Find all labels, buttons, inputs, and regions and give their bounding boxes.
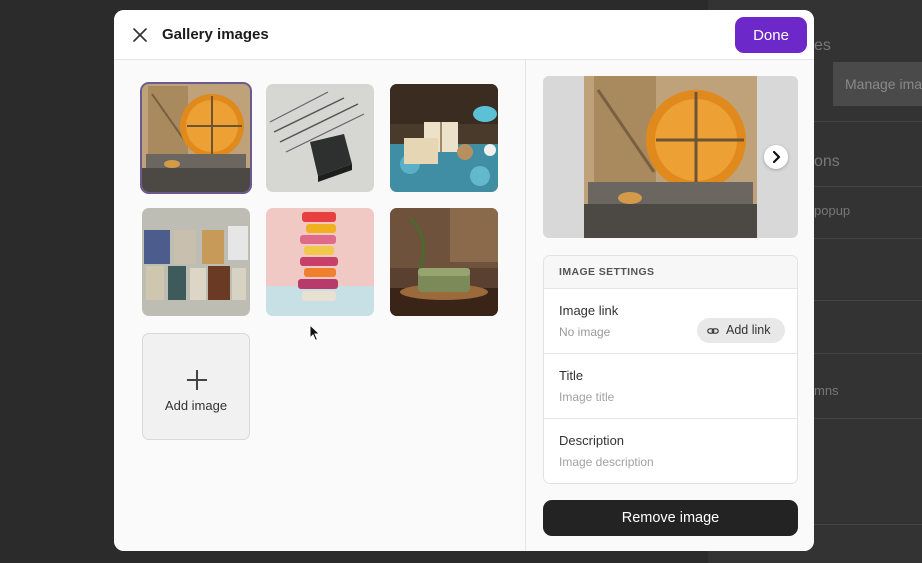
title-field: Title bbox=[544, 354, 797, 419]
close-button[interactable] bbox=[130, 25, 150, 45]
gallery-thumbnail-5[interactable] bbox=[266, 208, 374, 316]
plus-icon bbox=[187, 370, 207, 390]
soap-bottles-image bbox=[142, 208, 250, 316]
link-icon bbox=[707, 328, 719, 334]
image-link-label: Image link bbox=[559, 303, 619, 318]
add-link-button[interactable]: Add link bbox=[697, 318, 785, 343]
mouse-cursor-icon bbox=[309, 324, 321, 342]
image-settings-heading: IMAGE SETTINGS bbox=[544, 256, 797, 289]
gallery-thumbnail-1[interactable] bbox=[140, 82, 252, 194]
green-soap-image bbox=[390, 208, 498, 316]
image-link-field: Image link No image Add link bbox=[544, 289, 797, 354]
dialog-header: Gallery images Done bbox=[114, 10, 814, 60]
image-grid: Add image bbox=[114, 60, 526, 551]
black-soap-image bbox=[266, 84, 374, 192]
background-columns-label: mns bbox=[814, 383, 839, 398]
chevron-right-icon bbox=[772, 150, 781, 164]
gallery-thumbnail-3[interactable] bbox=[390, 84, 498, 192]
background-popup-label: popup bbox=[814, 203, 851, 218]
wrapped-soap-image bbox=[390, 84, 498, 192]
image-preview bbox=[543, 76, 798, 238]
done-button[interactable]: Done bbox=[735, 17, 807, 53]
soap-stack-image bbox=[142, 84, 250, 192]
add-image-button[interactable]: Add image bbox=[142, 333, 250, 440]
background-manage-images-button: Manage ima bbox=[833, 62, 922, 106]
title-input[interactable] bbox=[559, 390, 689, 404]
description-label: Description bbox=[559, 433, 625, 448]
image-details-panel: IMAGE SETTINGS Image link No image Add l… bbox=[526, 60, 814, 551]
background-section-title: ons bbox=[814, 153, 840, 170]
remove-image-button[interactable]: Remove image bbox=[543, 500, 798, 536]
image-link-value: No image bbox=[559, 325, 611, 339]
dialog-title: Gallery images bbox=[162, 26, 269, 43]
gallery-thumbnail-6[interactable] bbox=[390, 208, 498, 316]
description-input[interactable] bbox=[559, 455, 759, 469]
close-icon bbox=[133, 28, 147, 42]
title-label: Title bbox=[559, 368, 584, 383]
image-settings-card: IMAGE SETTINGS Image link No image Add l… bbox=[543, 255, 798, 484]
gallery-thumbnail-4[interactable] bbox=[142, 208, 250, 316]
background-heading: es bbox=[814, 37, 831, 54]
preview-soap-stack-image bbox=[584, 76, 757, 238]
next-image-button[interactable] bbox=[764, 145, 788, 169]
gallery-images-dialog: Gallery images Done Add image IMAGE SETT… bbox=[114, 10, 814, 551]
colorful-soap-tower-image bbox=[266, 208, 374, 316]
gallery-thumbnail-2[interactable] bbox=[266, 84, 374, 192]
add-link-label: Add link bbox=[726, 323, 771, 337]
add-image-label: Add image bbox=[164, 398, 228, 413]
description-field: Description bbox=[544, 419, 797, 483]
